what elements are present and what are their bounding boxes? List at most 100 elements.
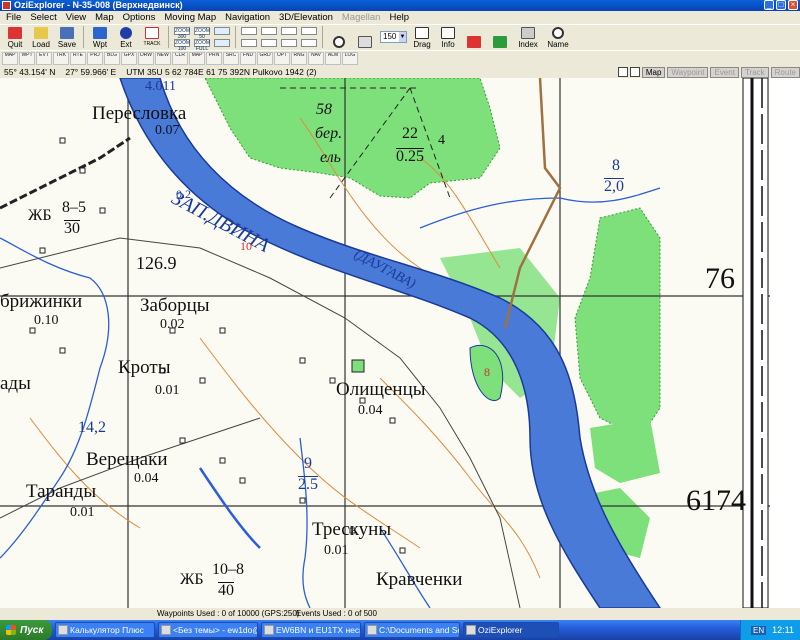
minimize-button[interactable]: _ [764, 0, 774, 10]
menu-map[interactable]: Map [95, 12, 113, 23]
map-view[interactable]: 4.011 Пересловка 0.07 58 бер. ель 22 0.2… [0, 78, 800, 608]
maximize-button[interactable]: □ [776, 0, 786, 10]
chevron-down-icon[interactable]: ▼ [399, 32, 406, 42]
event-button[interactable]: Ext [113, 25, 139, 49]
draw-track-button[interactable] [281, 27, 297, 35]
language-indicator[interactable]: EN [751, 625, 767, 635]
tb2-button[interactable]: ALM [325, 51, 341, 65]
label-zhb1: ЖБ [28, 207, 52, 224]
name-button[interactable]: Name [543, 25, 573, 49]
move-button[interactable] [487, 25, 513, 49]
draw-button[interactable] [261, 27, 277, 35]
index-button[interactable]: Index [513, 25, 543, 49]
tb2-button[interactable]: EVT [36, 51, 52, 65]
tab-map[interactable]: Map [641, 66, 666, 78]
scrollbar-track [770, 78, 800, 608]
label-grid-6174: 6174 [686, 484, 746, 517]
tab-waypoint: Waypoint [667, 66, 709, 78]
tb2-button[interactable]: LOG [342, 51, 358, 65]
label-river-02: 0.2 [176, 187, 191, 201]
info-button[interactable]: Info [435, 25, 461, 49]
label-frac9-num: 9 [304, 455, 312, 472]
label-zhb1-den: 30 [64, 220, 80, 237]
map-nav-group-1 [239, 25, 259, 49]
tb2-button[interactable]: FND [240, 51, 256, 65]
menu-3d-elevation[interactable]: 3D/Elevation [279, 12, 333, 23]
menu-file[interactable]: File [6, 12, 21, 23]
menu-select[interactable]: Select [30, 12, 56, 23]
tb2-button[interactable]: RNG [291, 51, 307, 65]
taskbar-item-active[interactable]: OziExplorer [463, 622, 559, 638]
windows-logo-icon [6, 625, 16, 635]
app-icon [2, 1, 11, 10]
tb2-button[interactable]: CLR [172, 51, 188, 65]
track-icon [145, 27, 159, 39]
menu-options[interactable]: Options [123, 12, 156, 23]
taskbar-item[interactable]: C:\Documents and Settin... [364, 622, 460, 638]
label-zaborcy-value: 0.02 [160, 317, 185, 332]
save-label: Save [57, 40, 77, 49]
taskbar-item[interactable]: EW6BN и EU1TX неско... [261, 622, 361, 638]
tb2-button[interactable]: SRC [223, 51, 239, 65]
zoom-out-button[interactable] [214, 39, 230, 47]
zoom-level-select[interactable]: 150 ▼ [380, 31, 407, 43]
grid-button[interactable] [301, 27, 317, 35]
print-button[interactable] [352, 25, 378, 49]
tb2-button[interactable]: GPX [121, 51, 137, 65]
gps-icon[interactable] [629, 67, 640, 77]
map-prev-button[interactable] [241, 27, 257, 35]
close-button[interactable]: × [788, 0, 798, 10]
tb2-button[interactable]: NEW [155, 51, 171, 65]
label-brizhinki-value: 0.10 [34, 313, 59, 328]
zoom-50-button[interactable]: ZOOM 50 [194, 27, 210, 40]
taskbar-item[interactable]: <Без темы> - ew1do@o... [158, 622, 258, 638]
label-grid-76: 76 [705, 262, 735, 295]
load-button[interactable]: Load [28, 25, 54, 49]
coordinate-bar: 55° 43.154' N 27° 59.966' E UTM 35U 5 62… [0, 66, 800, 78]
tb2-button[interactable]: RTE [70, 51, 86, 65]
monitor-icon[interactable] [617, 67, 628, 77]
grid-options-button[interactable] [301, 39, 317, 47]
save-button[interactable]: Save [54, 25, 80, 49]
tb2-button[interactable]: TRK [53, 51, 69, 65]
tb2-button[interactable]: OPT [274, 51, 290, 65]
tb2-button[interactable]: WPT [19, 51, 35, 65]
tb2-button[interactable]: PRJ [87, 51, 103, 65]
delete-button[interactable] [461, 25, 487, 49]
menu-navigation[interactable]: Navigation [225, 12, 270, 23]
zoom-full-button[interactable]: ZOOM FULL [194, 39, 210, 52]
map-next-button[interactable] [241, 39, 257, 47]
quit-button[interactable]: Quit [2, 25, 28, 49]
tb2-button[interactable]: PRN [206, 51, 222, 65]
tb2-button[interactable]: NAV [308, 51, 324, 65]
load-label: Load [32, 40, 50, 49]
move-arrows-icon [493, 36, 507, 48]
zoom-in-button[interactable] [214, 27, 230, 35]
tb2-button[interactable]: GRD [257, 51, 273, 65]
system-tray: EN 12:11 [740, 620, 800, 640]
latitude-readout: 55° 43.154' N [4, 67, 56, 77]
delete-icon [467, 36, 481, 48]
find-button[interactable] [326, 25, 352, 49]
tb2-button[interactable]: MAP [189, 51, 205, 65]
draw-clear-button[interactable] [261, 39, 277, 47]
zoom-group-3 [212, 25, 232, 49]
tb2-button[interactable]: DRW [138, 51, 154, 65]
menu-view[interactable]: View [66, 12, 86, 23]
drag-button[interactable]: Drag [409, 25, 435, 49]
menu-moving-map[interactable]: Moving Map [164, 12, 216, 23]
menu-help[interactable]: Help [389, 12, 409, 23]
taskbar-item[interactable]: Калькулятор Плюс [55, 622, 155, 638]
tb2-button[interactable]: BLG [104, 51, 120, 65]
zoom-300-button[interactable]: ZOOM 300 [174, 27, 190, 40]
track-button[interactable]: TRACK [139, 25, 165, 49]
taskbar: Пуск Калькулятор Плюс <Без темы> - ew1do… [0, 620, 800, 640]
print-icon [358, 36, 372, 48]
draw-route-button[interactable] [281, 39, 297, 47]
info-icon [441, 27, 455, 39]
tb2-button[interactable]: MAP [2, 51, 18, 65]
zoom-100-button[interactable]: ZOOM 100 [174, 39, 190, 52]
start-button[interactable]: Пуск [0, 620, 52, 640]
taskbar-item-label: OziExplorer [478, 625, 523, 635]
waypoint-button[interactable]: Wpt [87, 25, 113, 49]
